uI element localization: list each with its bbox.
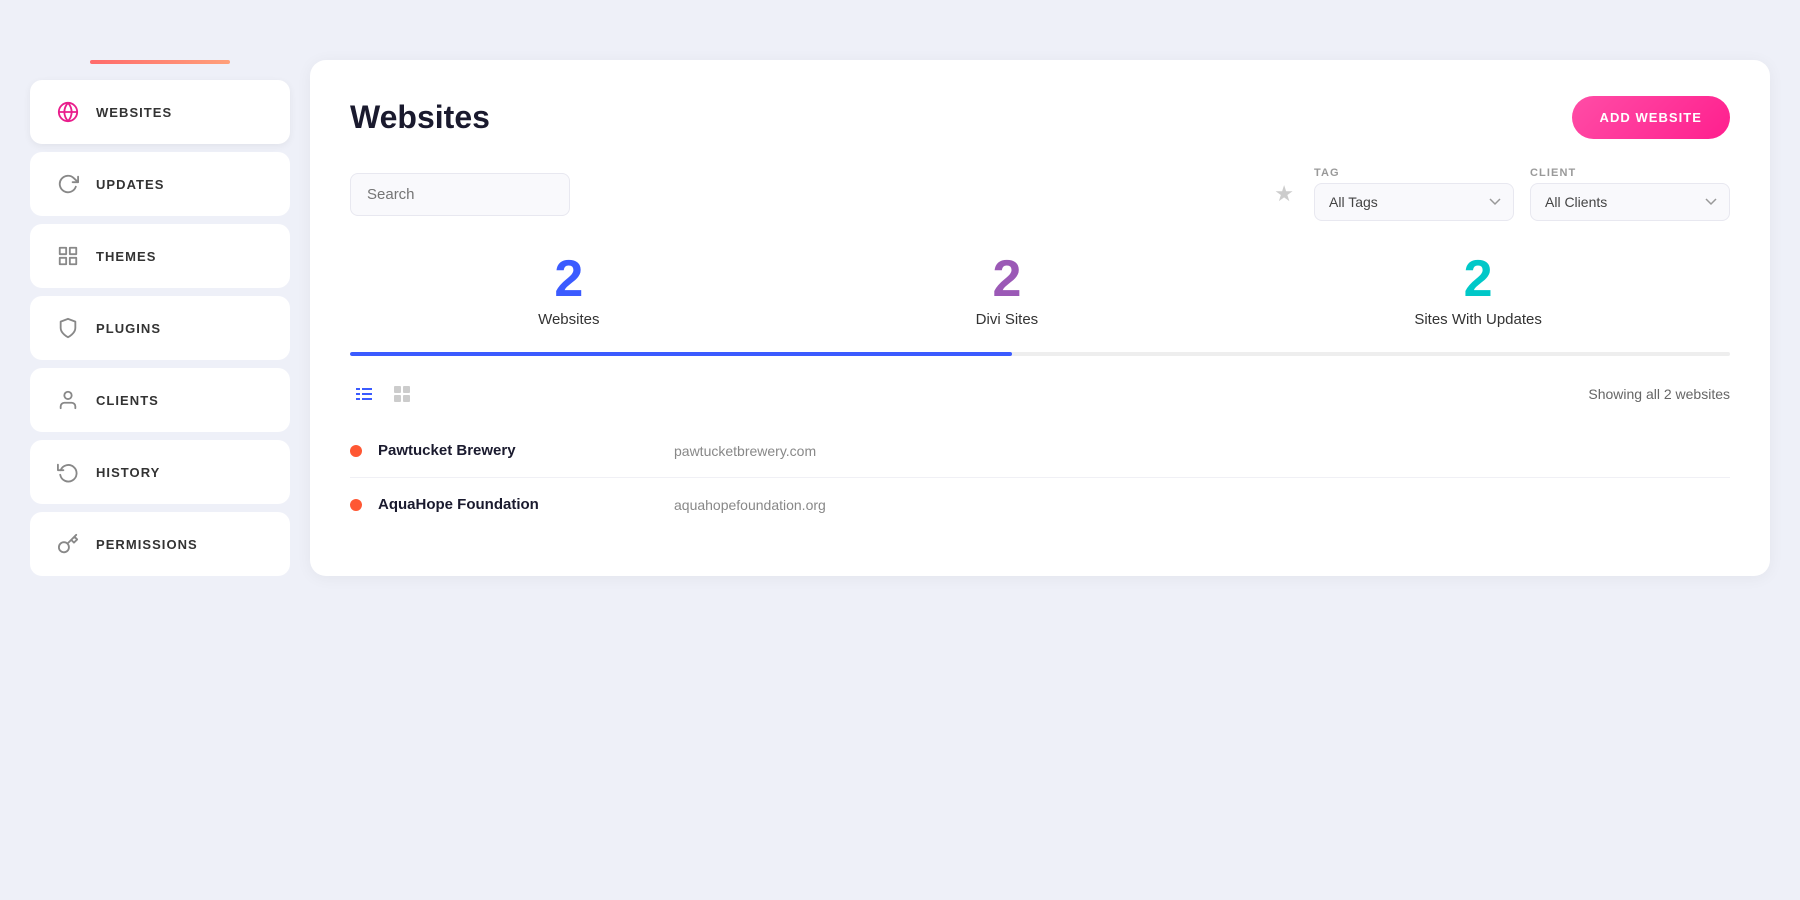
search-input[interactable] [350, 173, 570, 216]
website-name-pawtucket: Pawtucket Brewery [378, 442, 658, 459]
updates-stat-label: Sites With Updates [1414, 311, 1542, 328]
divi-sites-stat: 2 Divi Sites [976, 253, 1039, 328]
websites-stat: 2 Websites [538, 253, 599, 328]
main-header: Websites ADD WEBSITE [350, 96, 1730, 139]
page-title: Websites [350, 99, 490, 136]
sidebar-item-websites-label: Websites [96, 105, 172, 120]
sidebar-item-permissions-label: Permissions [96, 537, 198, 552]
globe-icon [54, 98, 82, 126]
grid-view-button[interactable] [388, 380, 416, 408]
client-filter-label: CLIENT [1530, 167, 1730, 179]
tag-filter-label: TAG [1314, 167, 1514, 179]
website-row: Pawtucket Brewery pawtucketbrewery.com [350, 424, 1730, 478]
tag-filter-select[interactable]: All Tags [1314, 183, 1514, 221]
website-list: Pawtucket Brewery pawtucketbrewery.com A… [350, 424, 1730, 531]
sidebar-item-history[interactable]: History [30, 440, 290, 504]
sidebar-item-websites[interactable]: Websites [30, 80, 290, 144]
status-dot-pawtucket [350, 445, 362, 457]
updates-stat: 2 Sites With Updates [1414, 253, 1542, 328]
progress-fill [350, 352, 1012, 356]
progress-track [350, 352, 1730, 356]
user-icon [54, 386, 82, 414]
filters-row: ★ TAG All Tags CLIENT All Clients [350, 167, 1730, 221]
history-icon [54, 458, 82, 486]
key-icon [54, 530, 82, 558]
sidebar-item-themes-label: Themes [96, 249, 156, 264]
refresh-icon [54, 170, 82, 198]
tag-filter-group: TAG All Tags [1314, 167, 1514, 221]
sidebar: Websites Updates Themes [30, 60, 290, 576]
sidebar-item-permissions[interactable]: Permissions [30, 512, 290, 576]
divi-sites-stat-number: 2 [992, 253, 1021, 305]
sidebar-item-clients[interactable]: Clients [30, 368, 290, 432]
divi-sites-stat-label: Divi Sites [976, 311, 1039, 328]
sidebar-accent [90, 60, 230, 64]
sidebar-item-plugins[interactable]: Plugins [30, 296, 290, 360]
website-row: AquaHope Foundation aquahopefoundation.o… [350, 478, 1730, 531]
main-content: Websites ADD WEBSITE ★ TAG All Tags CLIE… [310, 60, 1770, 576]
status-dot-aquahope [350, 499, 362, 511]
sidebar-item-themes[interactable]: Themes [30, 224, 290, 288]
website-url-pawtucket: pawtucketbrewery.com [674, 443, 816, 459]
sidebar-item-updates[interactable]: Updates [30, 152, 290, 216]
list-view-button[interactable] [350, 380, 378, 408]
list-controls: Showing all 2 websites [350, 380, 1730, 408]
client-filter-group: CLIENT All Clients [1530, 167, 1730, 221]
shield-icon [54, 314, 82, 342]
sidebar-item-plugins-label: Plugins [96, 321, 161, 336]
sidebar-item-history-label: History [96, 465, 160, 480]
websites-stat-number: 2 [554, 253, 583, 305]
showing-count-text: Showing all 2 websites [1588, 386, 1730, 402]
stats-row: 2 Websites 2 Divi Sites 2 Sites With Upd… [350, 253, 1730, 352]
sidebar-item-updates-label: Updates [96, 177, 164, 192]
websites-stat-label: Websites [538, 311, 599, 328]
add-website-button[interactable]: ADD WEBSITE [1572, 96, 1730, 139]
updates-stat-number: 2 [1464, 253, 1493, 305]
app-layout: Websites Updates Themes [30, 60, 1770, 576]
view-toggles [350, 380, 416, 408]
client-filter-select[interactable]: All Clients [1530, 183, 1730, 221]
favorites-star-button[interactable]: ★ [1270, 177, 1298, 211]
website-name-aquahope: AquaHope Foundation [378, 496, 658, 513]
grid-icon [54, 242, 82, 270]
website-url-aquahope: aquahopefoundation.org [674, 497, 826, 513]
sidebar-item-clients-label: Clients [96, 393, 159, 408]
